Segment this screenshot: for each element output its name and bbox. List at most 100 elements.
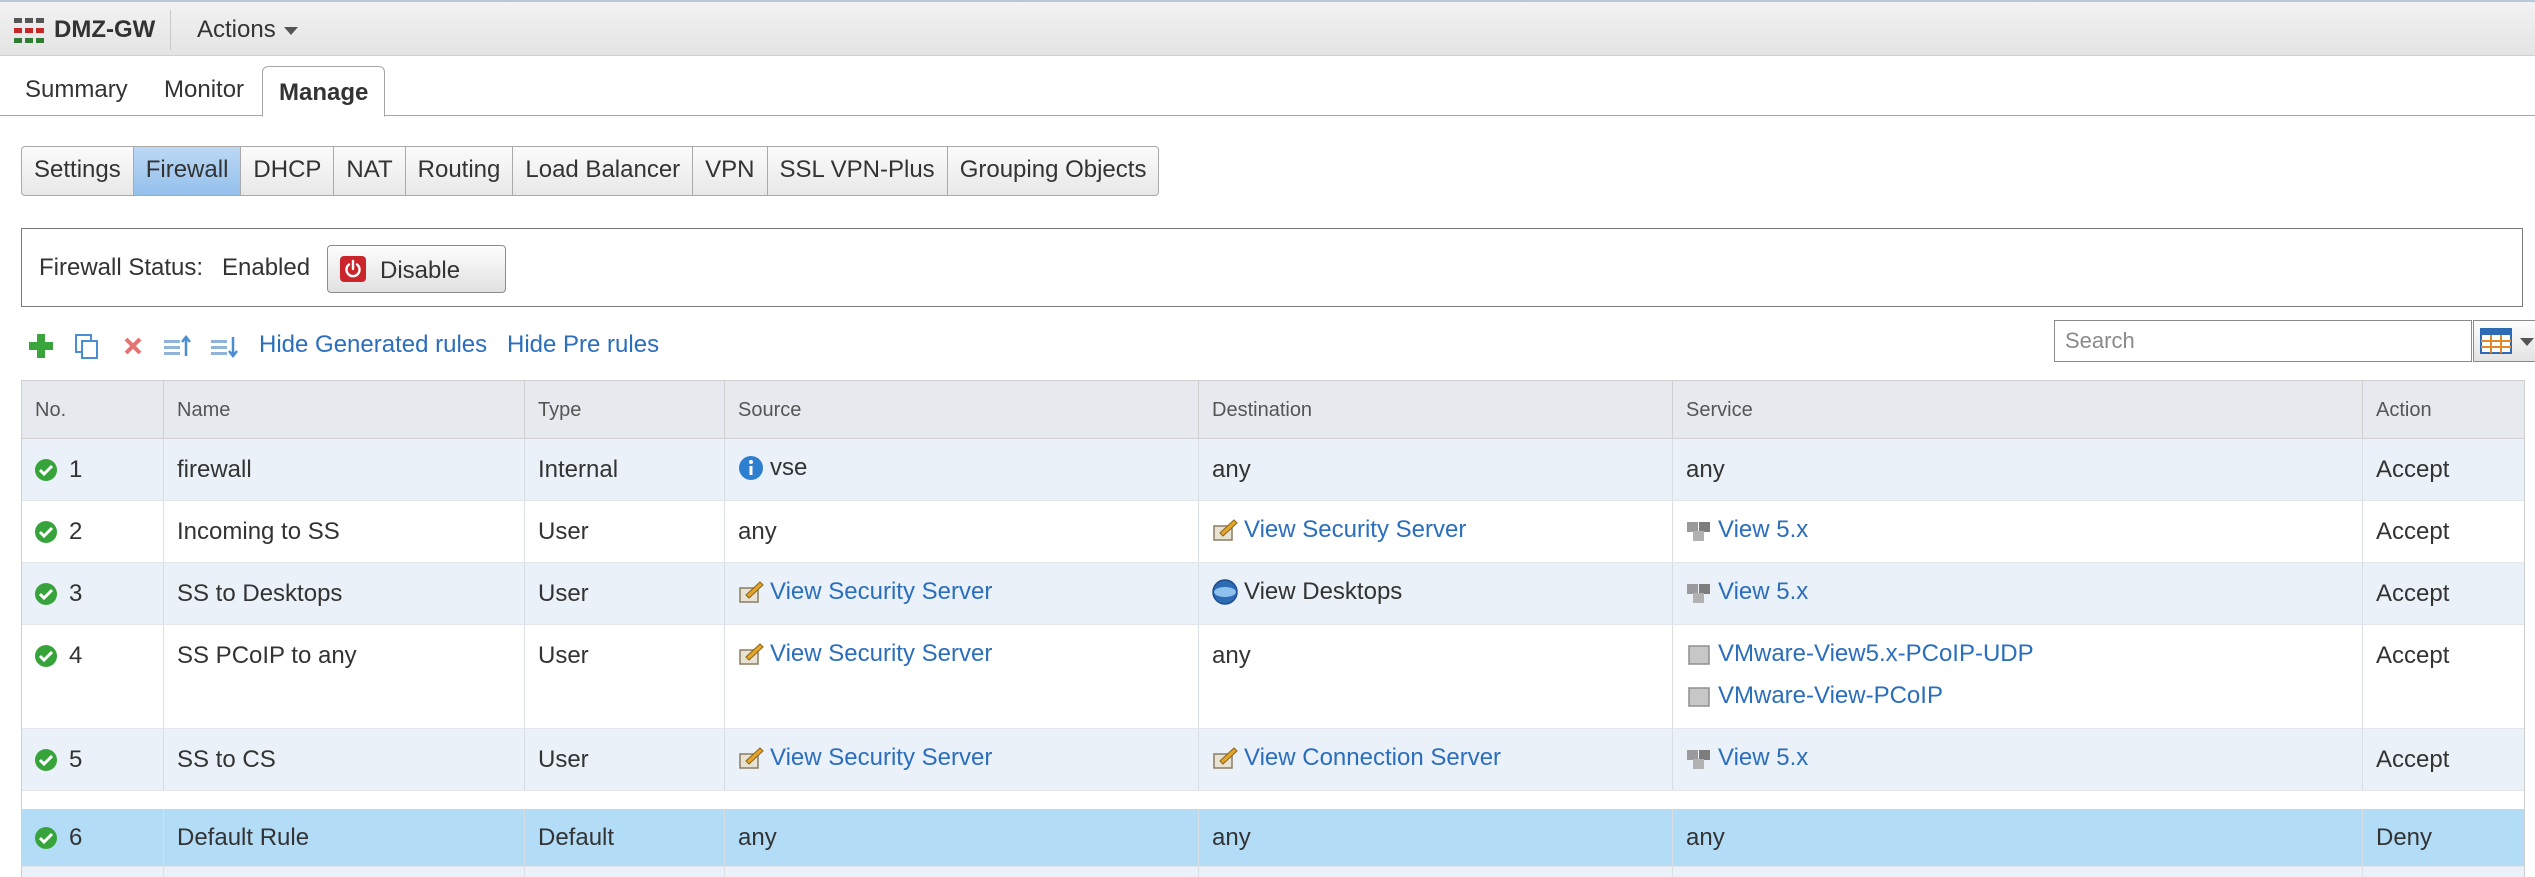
subtab-routing[interactable]: Routing	[406, 147, 514, 195]
rule-service-link[interactable]: View 5.x	[1718, 516, 1808, 544]
rule-action: Accept	[2376, 642, 2450, 669]
table-row[interactable]: 2 Incoming to SS User any View Security …	[22, 501, 2524, 563]
column-header-name[interactable]: Name	[164, 381, 525, 439]
rule-service-link[interactable]: VMware-View5.x-PCoIP-UDP	[1718, 640, 2034, 668]
table-row[interactable]: 1 firewall Internal vse any any Accept	[22, 439, 2524, 501]
rule-type: User	[538, 642, 589, 669]
rule-name: Incoming to SS	[177, 518, 340, 545]
rule-number: 5	[69, 746, 83, 773]
firewall-status-label: Firewall Status:	[39, 254, 204, 281]
table-row-selected[interactable]: 6 Default Rule Default any any any Deny	[22, 809, 2524, 867]
tab-manage[interactable]: Manage	[262, 66, 386, 117]
service-icon	[1686, 683, 1712, 709]
disable-firewall-button[interactable]: Disable	[327, 245, 506, 293]
rule-action: Deny	[2376, 824, 2433, 851]
rule-destination-link[interactable]: View Connection Server	[1244, 744, 1501, 772]
hide-pre-rules-link[interactable]: Hide Pre rules	[507, 331, 659, 359]
rule-name: SS to Desktops	[177, 580, 343, 607]
rule-type: Default	[538, 824, 615, 851]
enabled-check-icon	[35, 749, 57, 771]
table-header: No. Name Type Source Destination Service…	[22, 381, 2524, 439]
column-chooser-button[interactable]	[2473, 320, 2535, 362]
rule-number: 1	[69, 456, 83, 483]
rule-source: any	[738, 518, 777, 545]
chevron-down-icon	[2520, 338, 2534, 346]
table-row[interactable]: 4 SS PCoIP to any User View Security Ser…	[22, 625, 2524, 729]
rule-source-link[interactable]: View Security Server	[770, 744, 992, 772]
rule-service: any	[1686, 824, 1725, 851]
rule-type: User	[538, 746, 589, 773]
table-row[interactable]: 3 SS to Desktops User View Security Serv…	[22, 563, 2524, 625]
rule-number: 3	[69, 580, 83, 607]
enabled-check-icon	[35, 645, 57, 667]
rule-number: 4	[69, 642, 83, 669]
rule-service-link[interactable]: View 5.x	[1718, 578, 1808, 606]
subtab-settings[interactable]: Settings	[22, 147, 134, 195]
subtab-ssl-vpn-plus[interactable]: SSL VPN-Plus	[768, 147, 948, 195]
delete-icon[interactable]	[119, 332, 147, 360]
subtab-dhcp[interactable]: DHCP	[241, 147, 335, 195]
rule-type: Internal	[538, 456, 619, 483]
subtab-grouping-objects[interactable]: Grouping Objects	[948, 147, 1159, 195]
rule-name: SS PCoIP to any	[177, 642, 357, 669]
table-row[interactable]: 5 SS to CS User View Security Server Vie…	[22, 729, 2524, 791]
column-header-type[interactable]: Type	[525, 381, 725, 439]
security-group-icon	[1212, 517, 1238, 543]
security-group-icon	[738, 579, 764, 605]
rule-source-link[interactable]: View Security Server	[770, 640, 992, 668]
object-title: DMZ-GW	[54, 16, 156, 43]
rule-name: Default Rule	[177, 824, 310, 851]
subtab-vpn[interactable]: VPN	[693, 147, 768, 195]
tab-summary[interactable]: Summary	[25, 76, 128, 104]
add-icon[interactable]	[27, 332, 55, 360]
rule-destination-link[interactable]: View Security Server	[1244, 516, 1466, 544]
column-header-service[interactable]: Service	[1673, 381, 2363, 439]
rule-action: Accept	[2376, 746, 2450, 773]
security-group-icon	[738, 641, 764, 667]
column-header-no[interactable]: No.	[22, 381, 164, 439]
object-header-bar: DMZ-GW Actions	[0, 0, 2535, 56]
rule-number: 6	[69, 824, 83, 851]
power-icon	[340, 256, 366, 282]
rule-destination: View Desktops	[1244, 578, 1403, 605]
column-header-source[interactable]: Source	[725, 381, 1199, 439]
rule-source-link[interactable]: View Security Server	[770, 578, 992, 606]
tab-monitor[interactable]: Monitor	[164, 76, 244, 104]
rule-type: User	[538, 580, 589, 607]
rules-toolbar: Hide Generated rules Hide Pre rules	[21, 320, 2535, 364]
move-down-icon[interactable]	[209, 332, 238, 360]
rule-service-link[interactable]: VMware-View-PCoIP	[1718, 682, 1943, 710]
rule-source: any	[738, 824, 777, 851]
title-divider	[170, 10, 171, 50]
copy-icon[interactable]	[73, 332, 101, 360]
edge-gateway-icon	[14, 18, 46, 44]
column-header-destination[interactable]: Destination	[1199, 381, 1673, 439]
service-icon	[1686, 641, 1712, 667]
hide-generated-rules-link[interactable]: Hide Generated rules	[259, 331, 487, 359]
subtab-nat[interactable]: NAT	[334, 147, 406, 195]
security-group-icon	[1212, 745, 1238, 771]
enabled-check-icon	[35, 521, 57, 543]
rule-destination: any	[1212, 824, 1251, 851]
firewall-status-panel: Firewall Status: Enabled Disable	[21, 228, 2523, 307]
actions-label: Actions	[197, 16, 276, 43]
subtab-load-balancer[interactable]: Load Balancer	[513, 147, 694, 195]
firewall-status-value: Enabled	[222, 254, 311, 281]
actions-menu-button[interactable]: Actions	[197, 16, 298, 44]
move-up-icon[interactable]	[162, 332, 191, 360]
subtab-firewall[interactable]: Firewall	[133, 147, 242, 195]
enabled-check-icon	[35, 827, 57, 849]
sub-tab-bar: Settings Firewall DHCP NAT Routing Load …	[21, 146, 1160, 196]
rule-service-link[interactable]: View 5.x	[1718, 744, 1808, 772]
rule-type: User	[538, 518, 589, 545]
search-input[interactable]	[2054, 320, 2472, 362]
table-row[interactable]	[22, 867, 2524, 877]
enabled-check-icon	[35, 459, 57, 481]
rule-action: Accept	[2376, 456, 2450, 483]
security-group-icon	[738, 745, 764, 771]
disable-label: Disable	[380, 257, 461, 284]
enabled-check-icon	[35, 583, 57, 605]
column-header-action[interactable]: Action	[2363, 381, 2524, 439]
rule-service: any	[1686, 456, 1725, 483]
network-globe-icon	[1212, 579, 1238, 605]
